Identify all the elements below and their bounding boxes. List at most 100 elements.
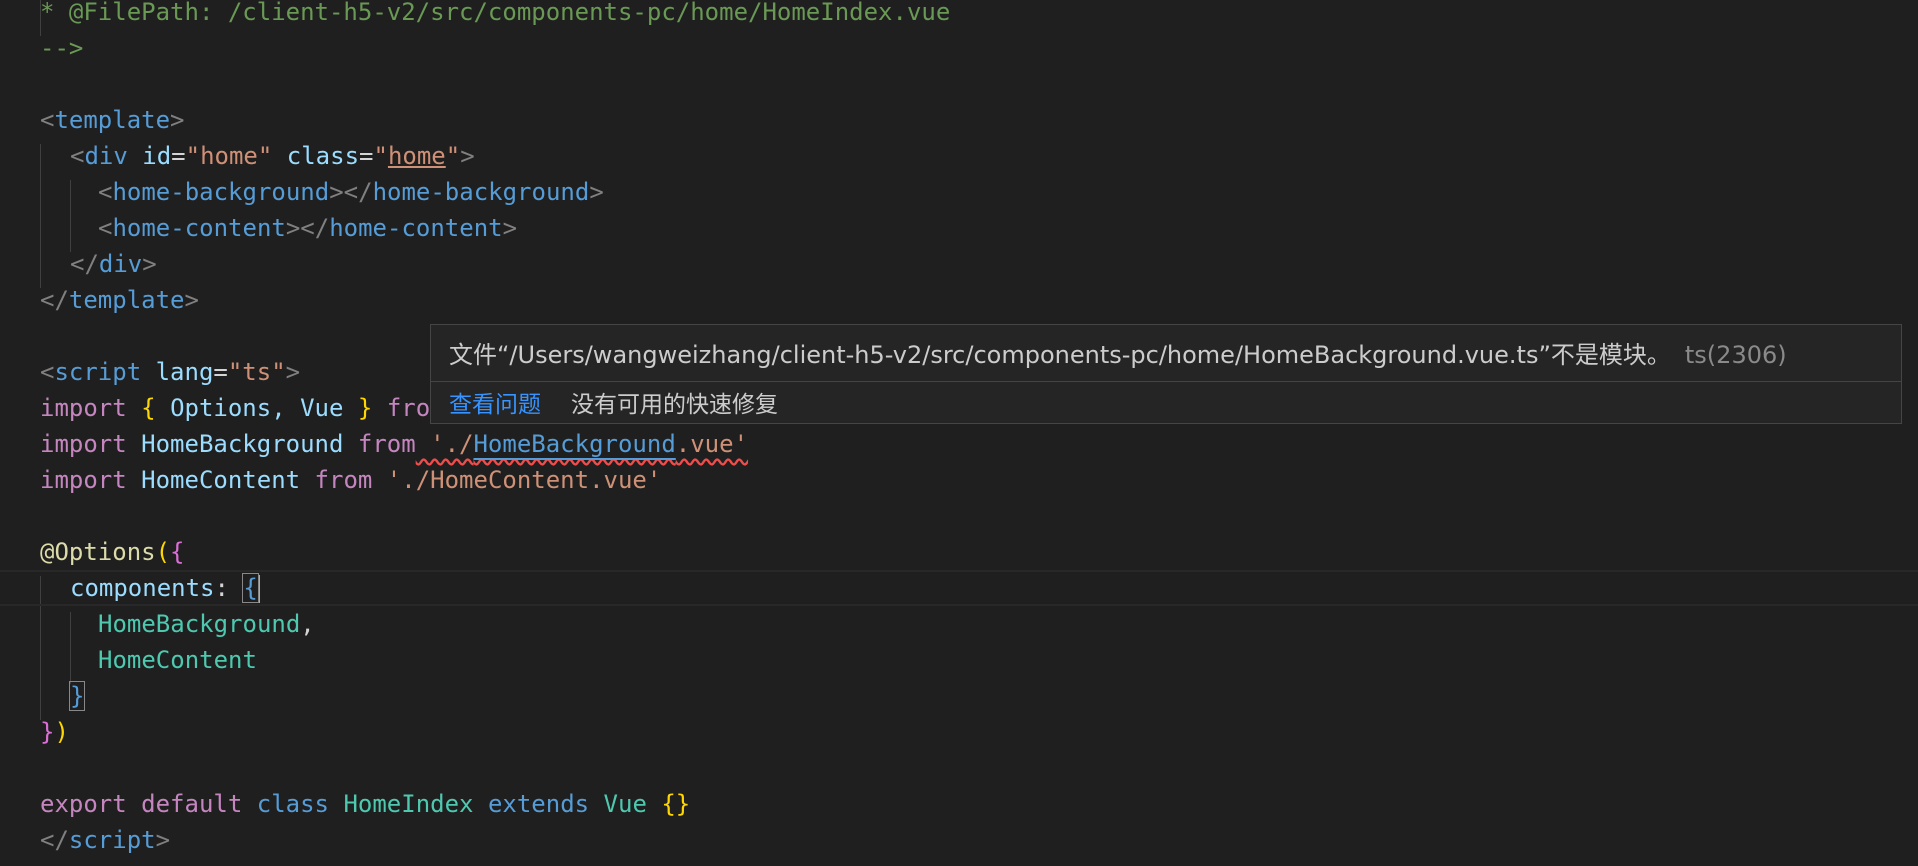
attr-quote: " <box>373 142 388 170</box>
code-line: * @FilePath: /client-h5-v2/src/component… <box>40 0 950 30</box>
attr-eq: = <box>171 142 186 170</box>
error-message-row: 文件“/Users/wangweizhang/client-h5-v2/src/… <box>449 335 1787 375</box>
code-line: </template> <box>40 282 199 318</box>
decorator: @Options <box>40 538 156 566</box>
tag-bracket: < <box>40 106 55 134</box>
class-name: Vue <box>589 790 647 818</box>
brace: { <box>242 573 259 603</box>
tag-name: home-content <box>329 214 503 242</box>
attr-value: "ts" <box>227 358 286 386</box>
code-line: @Options({ <box>40 534 185 570</box>
code-line: HomeContent <box>98 642 257 678</box>
error-message: 文件“/Users/wangweizhang/client-h5-v2/src/… <box>449 341 1671 369</box>
tag-bracket: < <box>40 358 55 386</box>
tag-bracket: > <box>502 214 518 242</box>
import-name: HomeContent <box>126 466 315 494</box>
keyword: import <box>40 394 127 422</box>
attr-name: id <box>127 142 172 170</box>
property-key: components <box>70 574 215 602</box>
paren: ) <box>54 718 69 746</box>
tag-bracket: > <box>170 106 185 134</box>
tag-bracket: </ <box>40 826 69 854</box>
tag-bracket: > <box>142 250 157 278</box>
tag-name: script <box>54 358 142 386</box>
attr-quote: " <box>445 142 461 170</box>
component-name: HomeBackground <box>98 610 301 638</box>
keyword: default <box>126 790 243 818</box>
code-line: --> <box>40 30 83 66</box>
tag-name: home-background <box>112 178 330 206</box>
no-quick-fix-text: 没有可用的快速修复 <box>571 392 778 418</box>
keyword: extends <box>473 790 590 818</box>
brace: { <box>126 394 171 422</box>
code-line: <div id="home" class="home"> <box>70 138 475 174</box>
brace: } <box>40 718 55 746</box>
tag-bracket: < <box>98 178 113 206</box>
code-line: components: { <box>70 570 260 606</box>
text-cursor <box>257 575 260 603</box>
comment-text: * @FilePath: /client-h5-v2/src/component… <box>40 0 951 26</box>
brace: } <box>68 681 86 711</box>
comment-end: --> <box>40 34 84 62</box>
keyword: from <box>314 466 373 494</box>
tag-bracket: > <box>460 142 475 170</box>
attr-name: class <box>272 142 360 170</box>
error-hover-widget: 文件“/Users/wangweizhang/client-h5-v2/src/… <box>430 324 1902 424</box>
code-line: <home-content></home-content> <box>98 210 517 246</box>
tag-bracket: </ <box>40 286 69 314</box>
colon: : <box>214 574 244 602</box>
tag-bracket: </ <box>70 250 99 278</box>
keyword: fro <box>386 394 431 422</box>
tag-name: div <box>98 250 143 278</box>
code-line: </script> <box>40 822 170 858</box>
tag-name: home-content <box>112 214 286 242</box>
attr-eq: = <box>213 358 228 386</box>
keyword: from <box>357 430 416 458</box>
code-line: import HomeContent from './HomeContent.v… <box>40 462 661 498</box>
brace: } <box>343 394 387 422</box>
paren: ( <box>155 538 171 566</box>
code-line: <script lang="ts"> <box>40 354 300 390</box>
tag-name: template <box>54 106 171 134</box>
keyword: class <box>242 790 329 818</box>
current-line-highlight <box>0 570 1918 606</box>
class-name: HomeIndex <box>329 790 474 818</box>
component-name: HomeContent <box>98 646 257 674</box>
import-path-link[interactable]: HomeBackground <box>473 430 675 458</box>
tag-name: div <box>84 142 128 170</box>
code-line: <template> <box>40 102 185 138</box>
attr-name: lang <box>141 358 214 386</box>
tag-name: home-background <box>372 178 590 206</box>
code-line: <home-background></home-background> <box>98 174 604 210</box>
import-names: Options, Vue <box>170 394 344 422</box>
keyword: import <box>40 430 127 458</box>
code-line: import { Options, Vue } fro <box>40 390 430 426</box>
attr-eq: = <box>359 142 374 170</box>
import-name: HomeBackground <box>126 430 358 458</box>
string-end: .vue' <box>675 430 749 458</box>
brace: {} <box>646 790 691 818</box>
keyword: import <box>40 466 127 494</box>
code-line: </div> <box>70 246 157 282</box>
tag-bracket: < <box>70 142 85 170</box>
comma: , <box>300 610 315 638</box>
code-line: }) <box>40 714 69 750</box>
tag-bracket: > <box>589 178 604 206</box>
tag-bracket: > <box>184 286 199 314</box>
indent-guide <box>70 612 71 684</box>
tag-bracket: > <box>285 358 301 386</box>
string: './HomeContent.vue' <box>372 466 662 494</box>
tag-name: script <box>68 826 156 854</box>
indent-guide <box>70 180 71 252</box>
brace: { <box>170 538 185 566</box>
keyword: export <box>40 790 127 818</box>
tag-name: template <box>68 286 185 314</box>
view-problem-link[interactable]: 查看问题 <box>449 392 541 418</box>
code-line: } <box>68 678 86 714</box>
attr-value: "home" <box>185 142 273 170</box>
tag-bracket: > <box>155 826 171 854</box>
error-code: ts(2306) <box>1684 341 1787 369</box>
attr-value: home <box>387 142 446 170</box>
tag-bracket: ></ <box>329 178 373 206</box>
code-line: import HomeBackground from './HomeBackgr… <box>40 426 748 462</box>
